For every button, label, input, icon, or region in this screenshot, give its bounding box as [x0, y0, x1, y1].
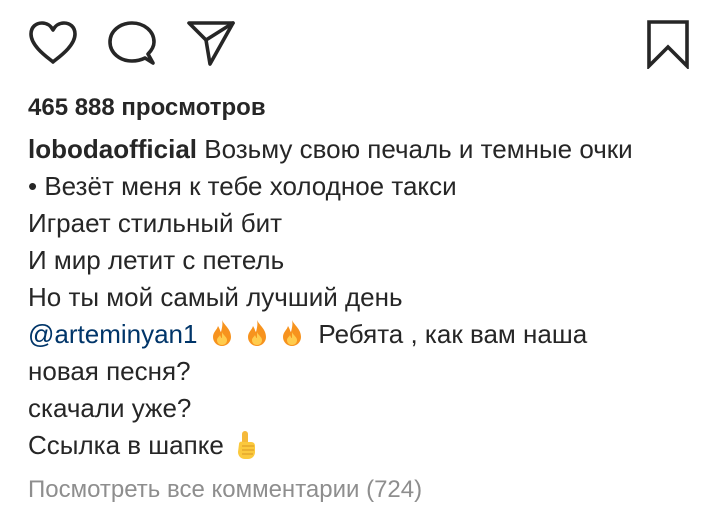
caption-line: @arteminyan1 Ребята , как вам наша: [28, 316, 708, 353]
caption-line: lobodaofficial Возьму свою печаль и темн…: [28, 131, 708, 168]
caption-text: Ребята , как вам наша: [318, 319, 588, 349]
caption-line: Ссылка в шапке: [28, 427, 708, 464]
caption-text: Возьму свою печаль и темные очки: [204, 134, 633, 164]
fire-emoji-icon: [211, 319, 233, 347]
share-icon[interactable]: [186, 19, 236, 67]
caption-line: скачали уже?: [28, 393, 192, 423]
comment-icon[interactable]: [108, 20, 156, 66]
fire-emoji-icon: [246, 319, 268, 347]
views-count[interactable]: 465 888 просмотров: [28, 92, 266, 124]
caption-line: И мир летит с петель: [28, 245, 285, 275]
view-all-comments-link[interactable]: Посмотреть все комментарии (724): [28, 474, 422, 506]
post-caption: lobodaofficial Возьму свою печаль и темн…: [28, 131, 708, 464]
heart-icon[interactable]: [28, 20, 78, 66]
caption-text: Ссылка в шапке: [28, 430, 224, 460]
caption-line: новая песня?: [28, 356, 191, 386]
caption-username[interactable]: lobodaofficial: [28, 134, 197, 164]
bookmark-icon[interactable]: [646, 19, 690, 69]
caption-line: Но ты мой самый лучший день: [28, 282, 403, 312]
caption-line: Играет стильный бит: [28, 208, 283, 238]
point-up-emoji-icon: [235, 430, 257, 460]
caption-line: • Везёт меня к тебе холодное такси: [28, 171, 457, 201]
fire-emoji-icon: [281, 319, 303, 347]
mention-link[interactable]: @arteminyan1: [28, 319, 197, 349]
post-action-bar: [0, 0, 720, 84]
